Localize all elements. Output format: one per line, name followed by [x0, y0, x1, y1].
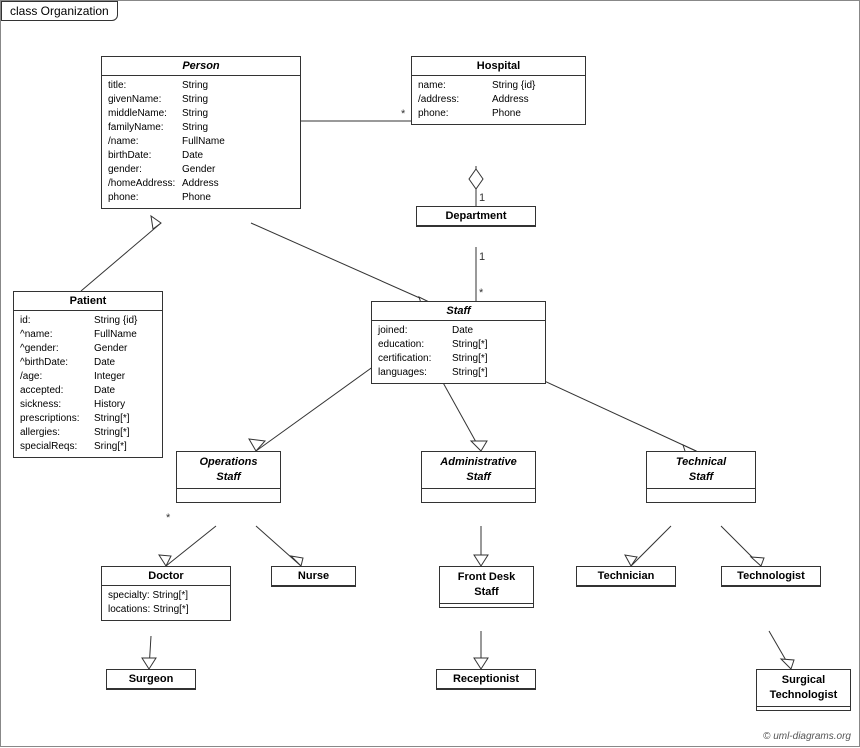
nurse-class: Nurse: [271, 566, 356, 587]
hospital-attrs: name:String {id} /address:Address phone:…: [412, 76, 585, 124]
person-title: Person: [102, 57, 300, 76]
front-desk-staff-title: Front Desk Staff: [440, 567, 533, 604]
operations-staff-class: Operations Staff: [176, 451, 281, 503]
patient-class: Patient id:String {id} ^name:FullName ^g…: [13, 291, 163, 458]
svg-text:*: *: [401, 108, 406, 120]
operations-staff-title: Operations Staff: [177, 452, 280, 489]
administrative-staff-class: Administrative Staff: [421, 451, 536, 503]
receptionist-class: Receptionist: [436, 669, 536, 690]
technologist-class: Technologist: [721, 566, 821, 587]
person-class: Person title:String givenName:String mid…: [101, 56, 301, 209]
diagram-title: class Organization: [1, 1, 118, 21]
front-desk-staff-class: Front Desk Staff: [439, 566, 534, 608]
doctor-title: Doctor: [102, 567, 230, 586]
receptionist-title: Receptionist: [437, 670, 535, 689]
nurse-title: Nurse: [272, 567, 355, 586]
staff-title: Staff: [372, 302, 545, 321]
technologist-title: Technologist: [722, 567, 820, 586]
surgeon-class: Surgeon: [106, 669, 196, 690]
staff-class: Staff joined:Date education:String[*] ce…: [371, 301, 546, 384]
staff-attrs: joined:Date education:String[*] certific…: [372, 321, 545, 383]
doctor-attrs: specialty: String[*] locations: String[*…: [102, 586, 230, 620]
svg-text:1: 1: [479, 192, 485, 204]
surgical-technologist-class: Surgical Technologist: [756, 669, 851, 711]
technical-staff-title: Technical Staff: [647, 452, 755, 489]
technician-title: Technician: [577, 567, 675, 586]
patient-title: Patient: [14, 292, 162, 311]
technical-staff-class: Technical Staff: [646, 451, 756, 503]
svg-text:*: *: [166, 512, 171, 524]
hospital-class: Hospital name:String {id} /address:Addre…: [411, 56, 586, 125]
hospital-title: Hospital: [412, 57, 585, 76]
patient-attrs: id:String {id} ^name:FullName ^gender:Ge…: [14, 311, 162, 457]
doctor-class: Doctor specialty: String[*] locations: S…: [101, 566, 231, 621]
diagram-container: class Organization * * 1 * 1 *: [0, 0, 860, 747]
svg-text:*: *: [479, 287, 484, 299]
department-class: Department: [416, 206, 536, 227]
administrative-staff-title: Administrative Staff: [422, 452, 535, 489]
person-attrs: title:String givenName:String middleName…: [102, 76, 300, 208]
department-title: Department: [417, 207, 535, 226]
copyright: © uml-diagrams.org: [763, 731, 851, 742]
svg-text:1: 1: [479, 251, 485, 263]
surgeon-title: Surgeon: [107, 670, 195, 689]
technician-class: Technician: [576, 566, 676, 587]
surgical-technologist-title: Surgical Technologist: [757, 670, 850, 707]
